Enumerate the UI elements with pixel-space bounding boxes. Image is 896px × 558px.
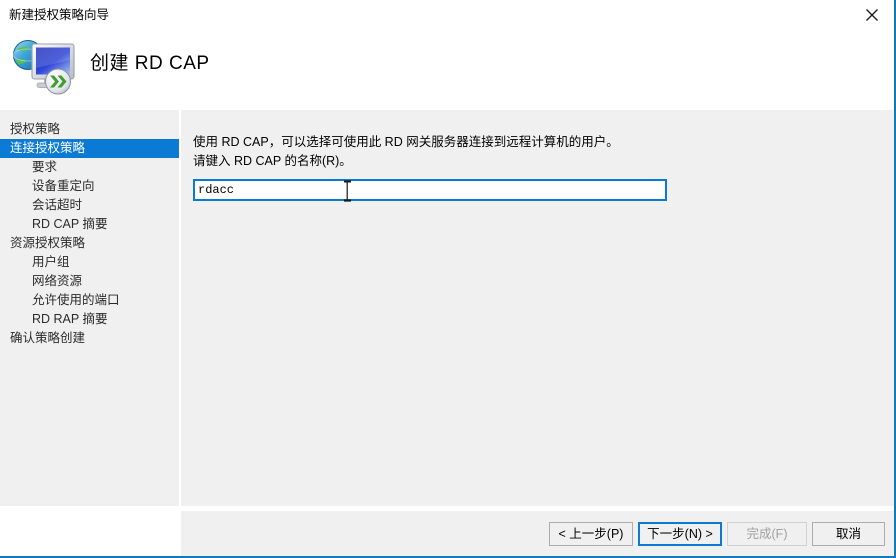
instruction-line-2: 请键入 RD CAP 的名称(R)。 [193, 154, 352, 168]
footer-button-bar: < 上一步(P) 下一步(N) > 完成(F) 取消 [181, 511, 894, 556]
rd-gateway-globe-monitor-icon [10, 34, 78, 96]
sidebar-item-user-groups[interactable]: 用户组 [0, 253, 179, 272]
sidebar-item-connection-authorization-policy[interactable]: 连接授权策略 [0, 139, 179, 158]
wizard-steps-sidebar: 授权策略 连接授权策略 要求 设备重定向 会话超时 RD CAP 摘要 资源授权… [0, 110, 179, 506]
sidebar-item-requirements[interactable]: 要求 [0, 158, 179, 177]
sidebar-item-network-resource[interactable]: 网络资源 [0, 272, 179, 291]
instruction-line-1: 使用 RD CAP，可以选择可使用此 RD 网关服务器连接到远程计算机的用户。 [193, 135, 619, 149]
content-panel: 使用 RD CAP，可以选择可使用此 RD 网关服务器连接到远程计算机的用户。 … [181, 110, 894, 506]
footer-left-filler [0, 511, 179, 556]
next-button[interactable]: 下一步(N) > [638, 522, 722, 546]
title-bar: 新建授权策略向导 [0, 0, 894, 30]
close-icon [865, 8, 879, 22]
sidebar-item-authorization-policies[interactable]: 授权策略 [0, 120, 179, 139]
wizard-window: 新建授权策略向导 创建 RD CAP 授权策略 连接授权策略 要求 设备重定向 … [0, 0, 896, 558]
sidebar-item-allowed-ports[interactable]: 允许使用的端口 [0, 291, 179, 310]
sidebar-item-session-timeout[interactable]: 会话超时 [0, 196, 179, 215]
cancel-button[interactable]: 取消 [812, 522, 885, 546]
instruction-text: 使用 RD CAP，可以选择可使用此 RD 网关服务器连接到远程计算机的用户。 … [193, 133, 619, 171]
back-button[interactable]: < 上一步(P) [549, 522, 633, 546]
close-button[interactable] [850, 0, 894, 29]
sidebar-item-rd-cap-summary[interactable]: RD CAP 摘要 [0, 215, 179, 234]
sidebar-item-confirm-policy-creation[interactable]: 确认策略创建 [0, 329, 179, 348]
sidebar-item-rd-rap-summary[interactable]: RD RAP 摘要 [0, 310, 179, 329]
header-banner: 创建 RD CAP [0, 30, 894, 108]
sidebar-item-device-redirection[interactable]: 设备重定向 [0, 177, 179, 196]
page-title: 创建 RD CAP [90, 53, 210, 74]
window-title: 新建授权策略向导 [9, 8, 110, 22]
finish-button: 完成(F) [727, 522, 807, 546]
rd-cap-name-input[interactable] [193, 179, 667, 201]
sidebar-item-resource-authorization-policy[interactable]: 资源授权策略 [0, 234, 179, 253]
